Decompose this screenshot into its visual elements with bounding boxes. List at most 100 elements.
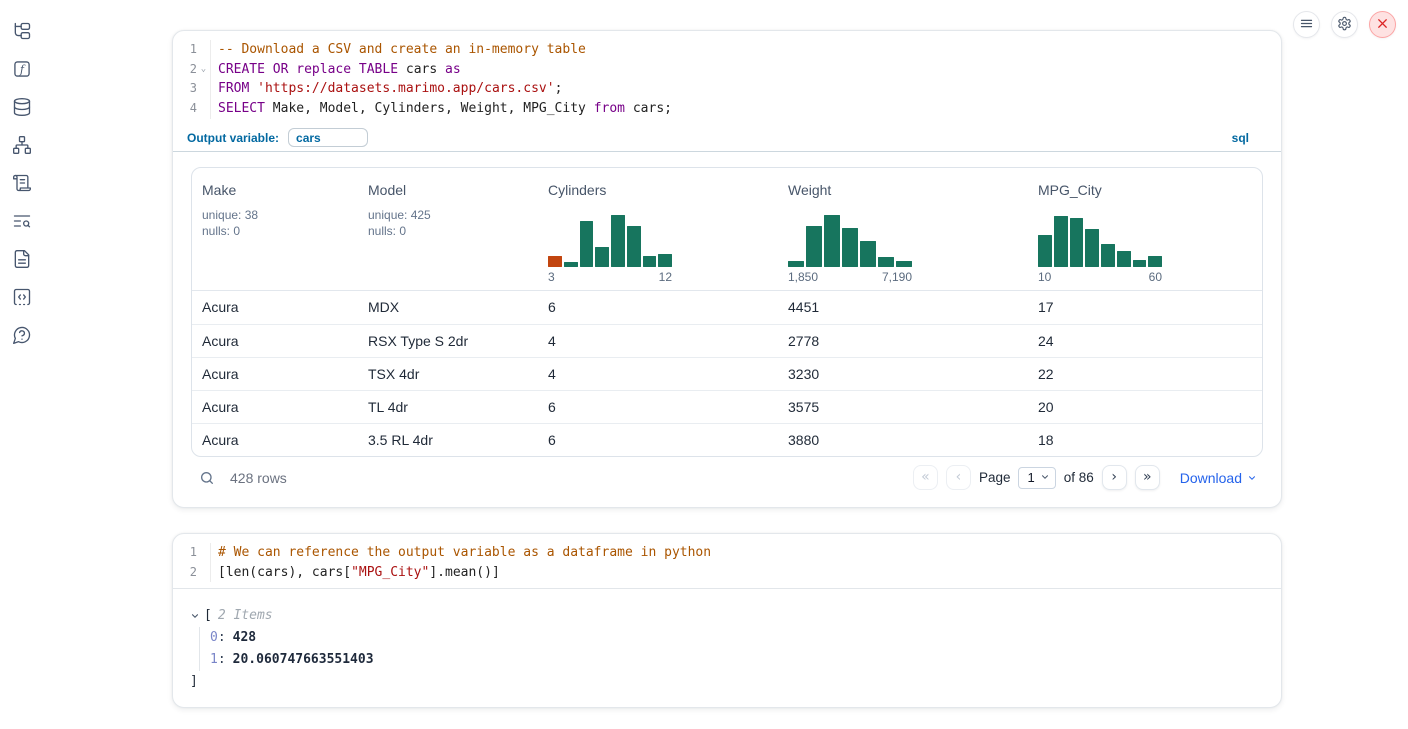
prev-page-button[interactable]: ‹: [946, 465, 971, 490]
dependency-graph-icon[interactable]: [11, 134, 33, 156]
line-number: 1: [173, 543, 197, 563]
table-cell: 6: [538, 299, 778, 315]
column-stat: nulls: 0: [202, 223, 258, 239]
column-header-model[interactable]: Modelunique: 425nulls: 0: [358, 168, 538, 290]
column-stat: unique: 425: [368, 207, 431, 223]
chevron-right-icon: ›: [1111, 469, 1117, 485]
shutdown-button[interactable]: [1369, 11, 1396, 38]
variables-icon[interactable]: f: [11, 58, 33, 80]
file-tree-icon[interactable]: [11, 20, 33, 42]
documentation-icon[interactable]: [11, 248, 33, 270]
code-line[interactable]: 3FROM 'https://datasets.marimo.app/cars.…: [173, 79, 1281, 99]
histogram-bar[interactable]: [1070, 218, 1084, 266]
histogram-bar[interactable]: [1148, 256, 1162, 266]
histogram-bar[interactable]: [1038, 235, 1052, 267]
fold-gap: [197, 40, 210, 60]
output-variable-label: Output variable:: [187, 131, 279, 145]
column-header-cylinders[interactable]: Cylinders 312: [538, 168, 778, 290]
code-text: CREATE OR replace TABLE cars as: [210, 60, 461, 80]
histogram-bar[interactable]: [564, 262, 578, 267]
output-variable-row: Output variable: sql: [173, 125, 1281, 152]
histogram-bar[interactable]: [1101, 244, 1115, 266]
histogram-bar[interactable]: [595, 247, 609, 267]
code-line[interactable]: 1# We can reference the output variable …: [173, 543, 1281, 563]
help-icon[interactable]: [11, 324, 33, 346]
histogram-bar[interactable]: [806, 226, 822, 267]
token-p: cars: [398, 62, 445, 77]
axis-min-label: 1,850: [788, 270, 818, 284]
column-name: Make: [202, 182, 236, 198]
histogram-bar[interactable]: [878, 257, 894, 266]
table-row[interactable]: AcuraMDX6445117: [192, 291, 1262, 324]
sql-editor[interactable]: 1-- Download a CSV and create an in-memo…: [173, 31, 1281, 125]
settings-button[interactable]: [1331, 11, 1358, 38]
histogram-bar[interactable]: [824, 215, 840, 267]
scratchpad-icon[interactable]: [11, 172, 33, 194]
token-kw: from: [594, 101, 625, 116]
histogram-bar[interactable]: [1054, 216, 1068, 266]
token-p: cars;: [625, 101, 672, 116]
table-cell: 20: [1028, 399, 1262, 415]
download-button[interactable]: Download: [1180, 470, 1257, 486]
code-line[interactable]: 2⌄CREATE OR replace TABLE cars as: [173, 60, 1281, 80]
code-line[interactable]: 1-- Download a CSV and create an in-memo…: [173, 40, 1281, 60]
table-row[interactable]: Acura3.5 RL 4dr6388018: [192, 423, 1262, 456]
page-label: Page: [979, 470, 1011, 485]
collapse-chevron-icon[interactable]: [190, 611, 202, 621]
data-table: Make unique: 38nulls: 0 Modelunique: 425nu…: [191, 167, 1263, 457]
entry-value: 428: [233, 630, 256, 645]
tree-root-row: [ 2 Items: [190, 605, 1263, 627]
column-header-mpg_city[interactable]: MPG_City1060: [1028, 168, 1262, 290]
last-page-button[interactable]: »: [1135, 465, 1160, 490]
column-stat: unique: 38: [202, 207, 258, 223]
histogram-bar[interactable]: [643, 256, 657, 266]
next-page-button[interactable]: ›: [1102, 465, 1127, 490]
token-p: [249, 81, 257, 96]
logs-icon[interactable]: [11, 210, 33, 232]
table-row[interactable]: AcuraTSX 4dr4323022: [192, 357, 1262, 390]
output-variable-input[interactable]: [288, 128, 368, 147]
chevron-down-icon: [1247, 470, 1257, 486]
sql-cell: 1 -- Download a CSV and create an in-memo…: [172, 30, 1282, 508]
table-cell: 17: [1028, 299, 1262, 315]
first-page-button[interactable]: «: [913, 465, 938, 490]
histogram-bar[interactable]: [860, 241, 876, 267]
column-header-make[interactable]: Make unique: 38nulls: 0: [192, 168, 358, 290]
code-line[interactable]: 2[len(cars), cars["MPG_City"].mean()]: [173, 563, 1281, 583]
histogram-bar[interactable]: [1085, 229, 1099, 266]
menu-button[interactable]: [1293, 11, 1320, 38]
search-icon[interactable]: [199, 470, 215, 486]
histogram-axis: 1060: [1038, 270, 1162, 284]
histogram-bar[interactable]: [842, 228, 858, 267]
column-histogram[interactable]: 1,8507,190: [788, 215, 912, 284]
table-row[interactable]: AcuraRSX Type S 2dr4277824: [192, 324, 1262, 357]
histogram-bar[interactable]: [1117, 251, 1131, 267]
column-header-weight[interactable]: Weight1,8507,190: [778, 168, 1028, 290]
table-row[interactable]: AcuraTL 4dr6357520: [192, 390, 1262, 423]
histogram-bar[interactable]: [611, 215, 625, 267]
code-text: -- Download a CSV and create an in-memor…: [210, 40, 586, 60]
page-select[interactable]: 1: [1018, 467, 1055, 489]
column-histogram[interactable]: 312: [548, 215, 672, 284]
axis-max-label: 60: [1149, 270, 1162, 284]
sql-cell-output: Make unique: 38nulls: 0 Modelunique: 425nu…: [173, 152, 1281, 507]
histogram-bar[interactable]: [548, 256, 562, 266]
code-line[interactable]: 4SELECT Make, Model, Cylinders, Weight, …: [173, 99, 1281, 119]
snippets-icon[interactable]: [11, 286, 33, 308]
histogram-bar[interactable]: [788, 261, 804, 267]
histogram-bar[interactable]: [658, 254, 672, 267]
token-kw: CREATE: [218, 62, 265, 77]
tree-entry: 0:428: [210, 627, 1263, 649]
column-name: Cylinders: [548, 182, 606, 198]
data-sources-icon[interactable]: [11, 96, 33, 118]
histogram-bar[interactable]: [1133, 260, 1147, 267]
histogram-bar[interactable]: [896, 261, 912, 267]
language-badge: sql: [1232, 131, 1249, 145]
token-kw: TABLE: [359, 62, 398, 77]
token-p: [351, 62, 359, 77]
histogram-bar[interactable]: [580, 221, 594, 267]
fold-chevron-icon[interactable]: ⌄: [197, 60, 210, 80]
column-histogram[interactable]: 1060: [1038, 215, 1162, 284]
python-editor[interactable]: 1# We can reference the output variable …: [173, 534, 1281, 589]
histogram-bar[interactable]: [627, 226, 641, 267]
